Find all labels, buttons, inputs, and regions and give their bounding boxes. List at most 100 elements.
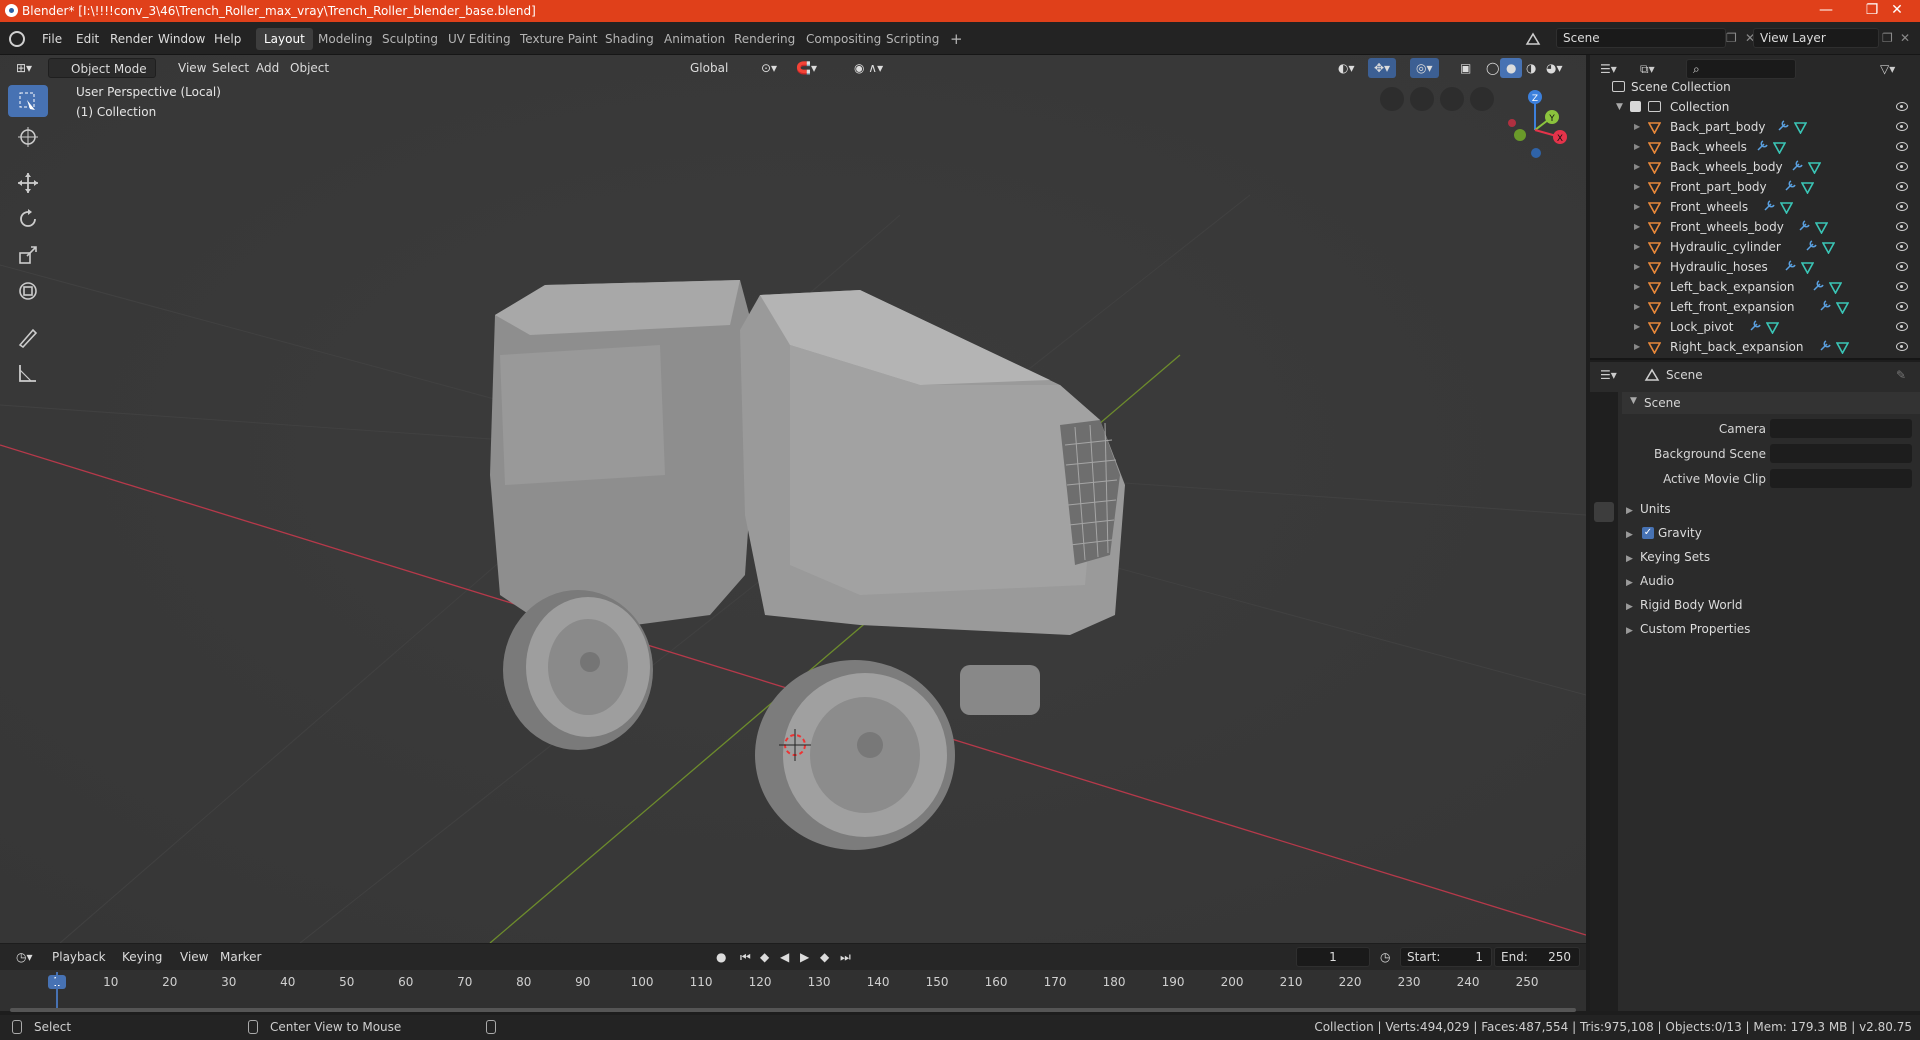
overlay-toggle-icon[interactable]: ◎▾ <box>1410 58 1439 78</box>
background-scene-field[interactable] <box>1770 444 1912 463</box>
object-visibility-icon[interactable] <box>1896 122 1908 131</box>
outliner-row-object[interactable]: ▶ Front_part_body <box>1590 177 1920 197</box>
expand-arrow-icon[interactable]: ▶ <box>1634 157 1640 177</box>
camera-field[interactable] <box>1770 419 1912 438</box>
modifier-wrench-icon[interactable] <box>1804 239 1818 259</box>
tab-compositing[interactable]: Compositing <box>798 28 889 50</box>
navigation-gizmo[interactable]: Z Y X <box>1500 85 1580 165</box>
tab-shading[interactable]: Shading <box>597 28 662 50</box>
object-visibility-icon[interactable] <box>1896 282 1908 291</box>
menu-file[interactable]: File <box>36 29 68 49</box>
outliner-row-object[interactable]: ▶ Left_front_expansion <box>1590 297 1920 317</box>
play-reverse-icon[interactable]: ◀ <box>774 947 795 967</box>
rendered-shading-icon[interactable]: ◕▾ <box>1540 58 1569 78</box>
tab-render-icon[interactable] <box>1594 424 1614 444</box>
modifier-wrench-icon[interactable] <box>1783 259 1797 279</box>
expand-arrow-icon[interactable]: ▶ <box>1634 277 1640 297</box>
current-frame-field[interactable]: 1 <box>1296 947 1370 967</box>
menu-window[interactable]: Window <box>152 29 211 49</box>
menu-edit[interactable]: Edit <box>70 29 105 49</box>
gravity-checkbox[interactable]: ✓ <box>1642 527 1654 539</box>
menu-marker[interactable]: Marker <box>214 947 267 967</box>
outliner-filter-icon[interactable]: ⧉▾ <box>1640 62 1655 77</box>
tab-world-icon[interactable] <box>1594 528 1614 548</box>
zoom-view-icon[interactable] <box>1470 87 1494 111</box>
menu-add[interactable]: Add <box>250 58 285 78</box>
3d-viewport[interactable]: ⊞▾ Object Mode View Select Add Object Gl… <box>0 55 1586 943</box>
tab-animation[interactable]: Animation <box>656 28 733 50</box>
outliner-row-object[interactable]: ▶ Front_wheels_body <box>1590 217 1920 237</box>
expand-arrow-icon[interactable]: ▶ <box>1634 237 1640 257</box>
outliner-row-collection[interactable]: ▼ Collection <box>1590 97 1920 117</box>
expand-arrow-icon[interactable]: ▶ <box>1634 317 1640 337</box>
transform-orientation-selector[interactable]: Global <box>672 58 734 78</box>
object-visibility-icon[interactable] <box>1896 322 1908 331</box>
proportional-edit-icon[interactable]: ◉ ∧▾ <box>848 58 889 78</box>
object-visibility-icon[interactable] <box>1896 302 1908 311</box>
outliner-row-object[interactable]: ▶ Front_wheels <box>1590 197 1920 217</box>
scene-selector[interactable]: Scene <box>1556 28 1726 48</box>
scale-tool[interactable] <box>8 239 48 271</box>
tab-layout[interactable]: Layout <box>256 28 313 50</box>
outliner-row-object[interactable]: ▶ Back_wheels_body <box>1590 157 1920 177</box>
menu-help[interactable]: Help <box>208 29 247 49</box>
outliner-row-object[interactable]: ▶ Lock_pivot <box>1590 317 1920 337</box>
record-icon[interactable]: ● <box>710 947 732 967</box>
modifier-wrench-icon[interactable] <box>1783 179 1797 199</box>
panel-rigid-body-world[interactable]: ▶ Rigid Body World <box>1626 594 1743 616</box>
collection-visibility-icon[interactable] <box>1896 102 1908 111</box>
end-frame-field[interactable]: End: 250 <box>1494 947 1580 967</box>
minimize-button[interactable]: — <box>1803 0 1849 22</box>
object-visibility-icon[interactable] <box>1896 162 1908 171</box>
modifier-wrench-icon[interactable] <box>1811 279 1825 299</box>
close-button[interactable]: ✕ <box>1874 0 1920 22</box>
modifier-wrench-icon[interactable] <box>1790 159 1804 179</box>
scene-icon[interactable] <box>1525 31 1541 47</box>
expand-arrow-icon[interactable]: ▶ <box>1634 297 1640 317</box>
viewport-canvas[interactable] <box>0 55 1586 943</box>
blender-menu-icon[interactable] <box>9 31 25 47</box>
view-layer-selector[interactable]: View Layer <box>1753 28 1879 48</box>
timeline-editor-type-icon[interactable]: ◷▾ <box>10 947 39 967</box>
menu-keying[interactable]: Keying <box>116 947 168 967</box>
outliner-display-mode-icon[interactable]: ☰▾ <box>1600 62 1617 76</box>
jump-end-icon[interactable]: ⏭ <box>834 947 857 967</box>
tab-texture-icon[interactable] <box>1594 568 1614 588</box>
play-icon[interactable]: ▶ <box>794 947 815 967</box>
object-visibility-icon[interactable] <box>1896 342 1908 351</box>
xray-toggle-icon[interactable]: ▣ <box>1454 58 1477 78</box>
menu-select[interactable]: Select <box>206 58 255 78</box>
menu-playback[interactable]: Playback <box>46 947 112 967</box>
snap-icon[interactable]: 🧲▾ <box>790 58 823 78</box>
tab-scripting[interactable]: Scripting <box>878 28 947 50</box>
panel-units[interactable]: ▶ Units <box>1626 498 1671 520</box>
annotate-tool[interactable] <box>8 321 48 353</box>
add-workspace-button[interactable]: + <box>942 28 971 50</box>
scene-panel-header[interactable]: ▼ Scene <box>1622 392 1920 414</box>
outliner-filter-funnel-icon[interactable]: ▽▾ <box>1880 62 1895 76</box>
modifier-wrench-icon[interactable] <box>1818 339 1832 358</box>
outliner-row-object[interactable]: ▶ Hydraulic_hoses <box>1590 257 1920 277</box>
view-layer-new-icon[interactable]: ❐ <box>1882 31 1893 45</box>
object-visibility-icon[interactable] <box>1896 262 1908 271</box>
pin-icon[interactable]: ✎ <box>1896 368 1906 382</box>
panel-custom-properties[interactable]: ▶ Custom Properties <box>1626 618 1750 640</box>
gizmo-toggle-icon[interactable]: ✥▾ <box>1368 58 1397 78</box>
expand-arrow-icon[interactable]: ▶ <box>1634 257 1640 277</box>
expand-arrow-icon[interactable]: ▶ <box>1634 177 1640 197</box>
prev-keyframe-icon[interactable]: ◆ <box>754 947 775 967</box>
tab-output-icon[interactable] <box>1594 450 1614 470</box>
view-layer-icon[interactable] <box>1728 31 1744 47</box>
preview-range-icon[interactable]: ◷ <box>1374 947 1396 967</box>
playhead[interactable] <box>56 972 58 1011</box>
outliner-row-object[interactable]: ▶ Back_wheels <box>1590 137 1920 157</box>
mesh-data-icon[interactable] <box>1835 340 1850 358</box>
tab-view-layer-icon[interactable] <box>1594 476 1614 496</box>
modifier-wrench-icon[interactable] <box>1748 319 1762 339</box>
collapse-arrow-icon[interactable]: ▼ <box>1616 97 1623 117</box>
panel-gravity[interactable]: ▶ ✓ Gravity <box>1626 522 1702 544</box>
start-frame-field[interactable]: Start: 1 <box>1400 947 1492 967</box>
camera-view-icon[interactable] <box>1410 87 1434 111</box>
panel-keying-sets[interactable]: ▶ Keying Sets <box>1626 546 1710 568</box>
menu-object[interactable]: Object <box>284 58 335 78</box>
